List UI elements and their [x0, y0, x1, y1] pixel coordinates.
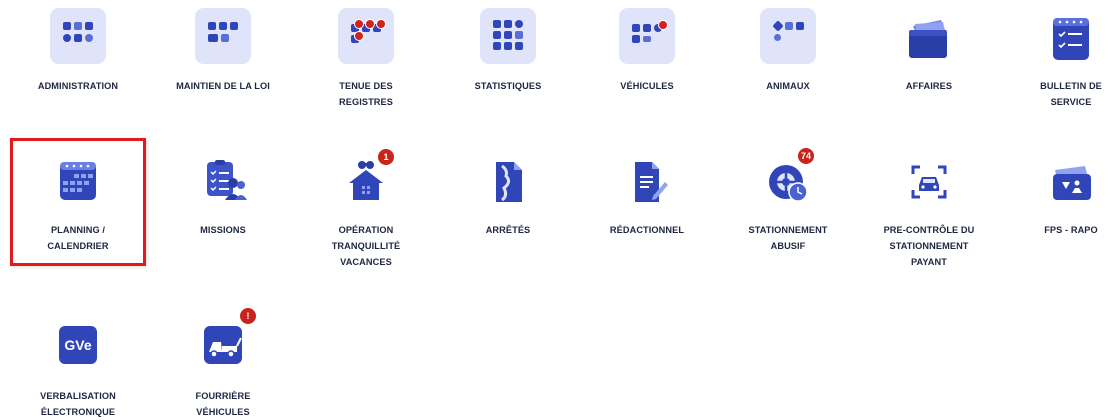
folder-icon: [899, 8, 959, 68]
house-binoculars-icon: 1: [336, 149, 396, 212]
tile-label: RÉDACTIONNEL: [577, 222, 717, 238]
tile-label-line: STATIONNEMENT: [889, 241, 969, 251]
tile-label: STATIONNEMENT ABUSIF: [718, 222, 858, 254]
document-edit-icon: [617, 152, 677, 212]
tile-label-line: ANIMAUX: [766, 81, 810, 91]
tile-label-line: PLANNING /: [50, 225, 106, 235]
tile-maintien-de-la-loi[interactable]: MAINTIEN DE LA LOI: [153, 8, 293, 94]
tile-label-line: TRANQUILLITÉ: [331, 241, 401, 251]
tile-pre-controle-stationnement-payant[interactable]: PRE-CONTRÔLE DU STATIONNEMENT PAYANT: [859, 152, 999, 270]
tile-label-line: ADMINISTRATION: [37, 81, 119, 91]
alert-badge: !: [240, 308, 256, 324]
administration-icon: [48, 8, 108, 68]
tile-label: AFFAIRES: [859, 78, 999, 94]
tile-stationnement-abusif[interactable]: 74 STATIONNEMENT ABUSIF: [718, 148, 858, 254]
tile-label-line: OPÉRATION: [338, 225, 394, 235]
tile-label-line: SERVICE: [1050, 97, 1092, 107]
tile-label-line: AFFAIRES: [905, 81, 953, 91]
tile-label-line: STATISTIQUES: [474, 81, 542, 91]
tile-label-line: ARRÊTÉS: [485, 225, 531, 235]
tile-planning-calendrier[interactable]: PLANNING / CALENDRIER: [8, 152, 148, 254]
tile-label-line: ÉLECTRONIQUE: [40, 407, 116, 417]
tile-bulletin-de-service[interactable]: BULLETIN DE SERVICE: [1001, 8, 1114, 110]
vehicules-icon: [617, 8, 677, 68]
tile-animaux[interactable]: ANIMAUX: [718, 8, 858, 94]
notification-badge: 74: [798, 148, 814, 164]
tile-label-line: BULLETIN DE: [1040, 81, 1102, 91]
tile-label-line: VÉHICULES: [620, 81, 674, 91]
registres-icon: [336, 8, 396, 68]
tile-label: PLANNING / CALENDRIER: [8, 222, 148, 254]
tile-label-line: RÉDACTIONNEL: [609, 225, 685, 235]
tile-label: MISSIONS: [153, 222, 293, 238]
tile-label: PRE-CONTRÔLE DU STATIONNEMENT PAYANT: [859, 222, 999, 270]
wheel-clock-icon: 74: [758, 148, 818, 212]
tile-affaires[interactable]: AFFAIRES: [859, 8, 999, 94]
tile-label: MAINTIEN DE LA LOI: [153, 78, 293, 94]
tile-operation-tranquillite-vacances[interactable]: 1 OPÉRATION TRANQUILLITÉ VACANCES: [296, 149, 436, 270]
tile-label-line: CALENDRIER: [47, 241, 109, 251]
arretes-document-icon: [478, 152, 538, 212]
tile-label-line: FPS - RAPO: [1044, 225, 1098, 235]
tile-tenue-des-registres[interactable]: TENUE DES REGISTRES: [296, 8, 436, 110]
car-scan-icon: [899, 152, 959, 212]
tile-label: OPÉRATION TRANQUILLITÉ VACANCES: [296, 222, 436, 270]
tile-label: ADMINISTRATION: [8, 78, 148, 94]
fps-ticket-icon: [1041, 152, 1101, 212]
tile-label: FPS - RAPO: [1001, 222, 1114, 238]
tile-label-line: VACANCES: [340, 257, 392, 267]
tile-label: TENUE DES REGISTRES: [296, 78, 436, 110]
animaux-icon: [758, 8, 818, 68]
notification-badge: 1: [378, 149, 394, 165]
tile-label-line: STATIONNEMENT: [748, 225, 828, 235]
tile-administration[interactable]: ADMINISTRATION: [8, 8, 148, 94]
tile-redactionnel[interactable]: RÉDACTIONNEL: [577, 152, 717, 238]
tile-label-line: MISSIONS: [200, 225, 246, 235]
tile-missions[interactable]: MISSIONS: [153, 152, 293, 238]
tile-label: VÉHICULES: [577, 78, 717, 94]
maintien-de-la-loi-icon: [193, 8, 253, 68]
tile-label: ARRÊTÉS: [438, 222, 578, 238]
tile-label: FOURRIÈRE VÉHICULES: [153, 388, 293, 420]
tile-label-line: TENUE DES: [339, 81, 393, 91]
calendar-icon: [48, 152, 108, 212]
tile-label-line: FOURRIÈRE: [195, 391, 251, 401]
gve-icon: GVe: [48, 318, 108, 378]
tile-label-line: PRE-CONTRÔLE DU: [883, 225, 975, 235]
tile-label-line: MAINTIEN DE LA LOI: [176, 81, 270, 91]
tile-label: ANIMAUX: [718, 78, 858, 94]
tile-arretes[interactable]: ARRÊTÉS: [438, 152, 578, 238]
tile-label: BULLETIN DE SERVICE: [1001, 78, 1114, 110]
tile-fps-rapo[interactable]: FPS - RAPO: [1001, 152, 1114, 238]
tile-label-line: VÉHICULES: [196, 407, 250, 417]
tow-truck-icon: !: [193, 308, 256, 378]
tile-label-line: REGISTRES: [339, 97, 393, 107]
tile-statistiques[interactable]: STATISTIQUES: [438, 8, 578, 94]
missions-icon: [193, 152, 253, 212]
tile-label: STATISTIQUES: [438, 78, 578, 94]
tile-vehicules[interactable]: VÉHICULES: [577, 8, 717, 94]
tile-label-line: PAYANT: [910, 257, 947, 267]
tile-label-line: VERBALISATION: [40, 391, 116, 401]
tile-label-line: ABUSIF: [770, 241, 806, 251]
tile-label: VERBALISATION ÉLECTRONIQUE: [8, 388, 148, 420]
statistiques-icon: [478, 8, 538, 68]
checklist-icon: [1041, 8, 1101, 68]
